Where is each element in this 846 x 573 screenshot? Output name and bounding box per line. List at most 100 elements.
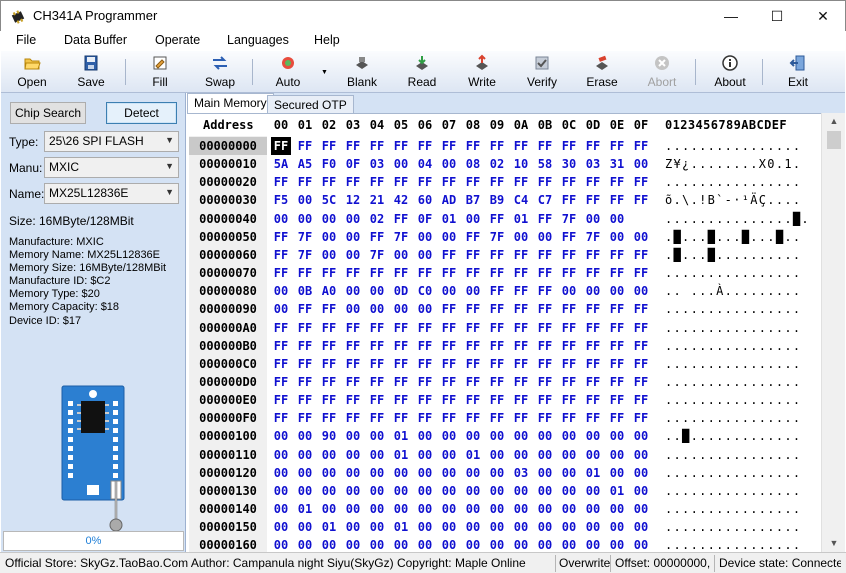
- hex-byte[interactable]: 00: [631, 282, 651, 300]
- hex-byte[interactable]: FF: [511, 319, 531, 337]
- hex-byte[interactable]: FF: [463, 409, 483, 427]
- hex-byte[interactable]: 00: [391, 500, 411, 518]
- hex-byte[interactable]: 00: [511, 427, 531, 445]
- hex-byte[interactable]: FF: [535, 173, 555, 191]
- hex-byte[interactable]: 00: [391, 482, 411, 500]
- hex-byte[interactable]: 00: [583, 427, 603, 445]
- hex-byte[interactable]: 00: [271, 300, 291, 318]
- hex-byte[interactable]: FF: [463, 373, 483, 391]
- hex-byte[interactable]: 00: [415, 246, 435, 264]
- hex-byte[interactable]: FF: [607, 173, 627, 191]
- hex-byte[interactable]: 00: [439, 282, 459, 300]
- hex-byte[interactable]: FF: [559, 409, 579, 427]
- ascii-text[interactable]: ................: [665, 373, 801, 391]
- hex-byte[interactable]: FF: [343, 391, 363, 409]
- ascii-text[interactable]: .. ...À.........: [665, 282, 801, 300]
- hex-byte[interactable]: 00: [463, 518, 483, 536]
- hex-byte[interactable]: 00: [343, 427, 363, 445]
- ascii-text[interactable]: ................: [665, 300, 801, 318]
- hex-byte[interactable]: FF: [511, 173, 531, 191]
- hex-byte[interactable]: 00: [463, 536, 483, 552]
- hex-byte[interactable]: 00: [535, 500, 555, 518]
- hex-byte[interactable]: FF: [271, 246, 291, 264]
- manufacturer-select[interactable]: MXIC ▼: [44, 157, 179, 178]
- ascii-text[interactable]: ................: [665, 355, 801, 373]
- hex-byte[interactable]: 00: [439, 500, 459, 518]
- hex-byte[interactable]: 00: [463, 427, 483, 445]
- hex-byte[interactable]: 00: [319, 446, 339, 464]
- hex-byte[interactable]: 00: [439, 464, 459, 482]
- hex-byte[interactable]: FF: [343, 264, 363, 282]
- hex-byte[interactable]: FF: [607, 137, 627, 155]
- hex-byte[interactable]: 00: [343, 246, 363, 264]
- hex-byte[interactable]: FF: [631, 191, 651, 209]
- hex-byte[interactable]: FF: [463, 355, 483, 373]
- hex-byte[interactable]: 00: [535, 518, 555, 536]
- hex-byte[interactable]: 00: [487, 464, 507, 482]
- hex-byte[interactable]: FF: [511, 355, 531, 373]
- hex-byte[interactable]: 00: [583, 482, 603, 500]
- hex-byte[interactable]: 00: [559, 518, 579, 536]
- hex-byte[interactable]: 00: [343, 228, 363, 246]
- hex-byte[interactable]: 00: [415, 518, 435, 536]
- hex-byte[interactable]: 00: [631, 518, 651, 536]
- hex-byte[interactable]: 00: [511, 228, 531, 246]
- type-select[interactable]: 25\26 SPI FLASH ▼: [44, 131, 179, 152]
- ascii-text[interactable]: õ.\.!B`-·¹ÄÇ....: [665, 191, 801, 209]
- hex-byte[interactable]: 02: [367, 210, 387, 228]
- hex-byte[interactable]: FF: [583, 300, 603, 318]
- hex-byte[interactable]: 00: [271, 282, 291, 300]
- hex-byte[interactable]: 01: [607, 482, 627, 500]
- scroll-down-arrow-icon[interactable]: ▼: [822, 535, 846, 552]
- hex-byte[interactable]: FF: [439, 264, 459, 282]
- hex-byte[interactable]: 42: [391, 191, 411, 209]
- hex-byte[interactable]: FF: [271, 355, 291, 373]
- hex-byte[interactable]: FF: [535, 137, 555, 155]
- hex-byte[interactable]: F0: [319, 155, 339, 173]
- hex-byte[interactable]: 0F: [343, 155, 363, 173]
- hex-byte[interactable]: FF: [535, 210, 555, 228]
- hex-byte[interactable]: FF: [391, 355, 411, 373]
- hex-byte[interactable]: 08: [463, 155, 483, 173]
- hex-byte[interactable]: FF: [367, 319, 387, 337]
- ascii-text[interactable]: .█...█..........: [665, 246, 801, 264]
- hex-byte[interactable]: 00: [343, 300, 363, 318]
- hex-byte[interactable]: FF: [631, 264, 651, 282]
- hex-byte[interactable]: C0: [415, 282, 435, 300]
- hex-byte[interactable]: 03: [511, 464, 531, 482]
- hex-byte[interactable]: FF: [487, 300, 507, 318]
- hex-byte[interactable]: FF: [367, 337, 387, 355]
- hex-byte[interactable]: FF: [607, 300, 627, 318]
- hex-byte[interactable]: 00: [439, 427, 459, 445]
- hex-byte[interactable]: 01: [391, 427, 411, 445]
- hex-byte[interactable]: 00: [319, 228, 339, 246]
- hex-byte[interactable]: FF: [631, 409, 651, 427]
- hex-byte[interactable]: B7: [463, 191, 483, 209]
- hex-byte[interactable]: FF: [391, 391, 411, 409]
- hex-byte[interactable]: 00: [559, 282, 579, 300]
- menu-help[interactable]: Help: [314, 33, 340, 47]
- hex-byte[interactable]: FF: [559, 319, 579, 337]
- hex-byte[interactable]: 00: [415, 464, 435, 482]
- hex-byte[interactable]: FF: [343, 337, 363, 355]
- hex-byte[interactable]: FF: [535, 355, 555, 373]
- hex-byte[interactable]: FF: [367, 137, 387, 155]
- hex-byte[interactable]: FF: [607, 337, 627, 355]
- write-button[interactable]: Write: [452, 52, 512, 92]
- hex-byte[interactable]: FF: [607, 264, 627, 282]
- hex-byte[interactable]: FF: [559, 137, 579, 155]
- close-button[interactable]: ✕: [800, 1, 846, 32]
- hex-byte[interactable]: FF: [487, 173, 507, 191]
- hex-byte[interactable]: FF: [391, 137, 411, 155]
- hex-byte[interactable]: FF: [271, 373, 291, 391]
- hex-byte[interactable]: 00: [583, 500, 603, 518]
- save-button[interactable]: Save: [61, 52, 121, 92]
- hex-byte[interactable]: 00: [631, 482, 651, 500]
- scroll-up-arrow-icon[interactable]: ▲: [822, 113, 846, 130]
- hex-byte[interactable]: FF: [319, 264, 339, 282]
- hex-byte[interactable]: 00: [295, 482, 315, 500]
- hex-byte[interactable]: FF: [535, 282, 555, 300]
- hex-byte[interactable]: FF: [463, 246, 483, 264]
- ascii-text[interactable]: Z¥¿........X0.1.: [665, 155, 801, 173]
- chip-name-select[interactable]: MX25L12836E ▼: [44, 183, 179, 204]
